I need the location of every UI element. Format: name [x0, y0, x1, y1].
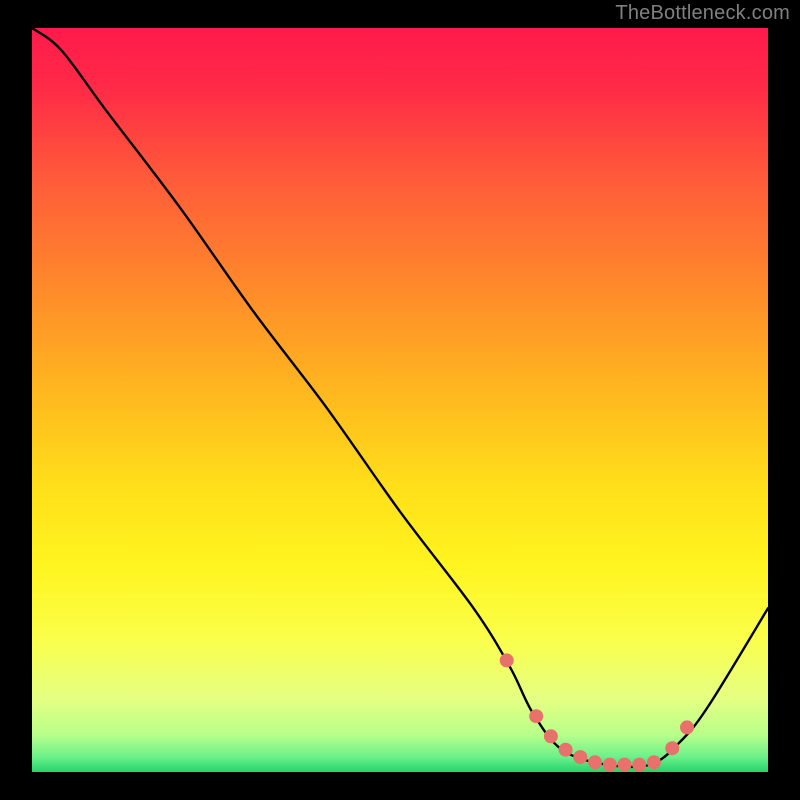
valley-marker	[544, 729, 558, 743]
valley-marker	[529, 709, 543, 723]
chart-stage: TheBottleneck.com	[0, 0, 800, 800]
valley-marker	[632, 758, 646, 772]
gradient-background	[32, 28, 768, 772]
valley-marker	[559, 743, 573, 757]
chart-canvas	[0, 0, 800, 800]
valley-marker	[665, 741, 679, 755]
valley-marker	[603, 758, 617, 772]
valley-marker	[680, 720, 694, 734]
valley-marker	[588, 755, 602, 769]
valley-marker	[500, 653, 514, 667]
valley-marker	[647, 755, 661, 769]
valley-marker	[618, 758, 632, 772]
valley-marker	[573, 750, 587, 764]
attribution-label: TheBottleneck.com	[615, 2, 790, 25]
